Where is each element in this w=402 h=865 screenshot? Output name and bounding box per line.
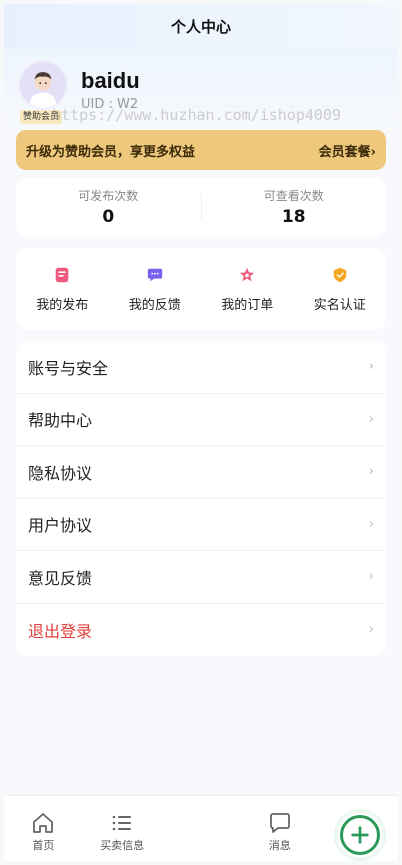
stats-card: 可发布次数 0 可查看次数 18 — [16, 178, 386, 236]
menu-item-user-agreement[interactable]: 用户协议 › — [16, 499, 386, 551]
quick-action-my-feedback[interactable]: 我的反馈 — [109, 266, 202, 313]
quick-action-label: 实名认证 — [313, 297, 366, 313]
plus-icon — [339, 815, 380, 855]
quick-action-label: 我的反馈 — [128, 297, 181, 313]
app-screen: 个人中心 赞助会员 baidu UID : W2 https://www.huz… — [4, 4, 398, 861]
tab-label: 消息 — [268, 839, 291, 852]
stat-value: 0 — [102, 207, 115, 227]
quick-action-my-posts[interactable]: 我的发布 — [16, 266, 109, 313]
tab-publish[interactable] — [162, 809, 386, 861]
list-icon — [112, 815, 132, 831]
profile-header: 赞助会员 baidu UID : W2 https://www.huzhan.c… — [4, 48, 398, 130]
chevron-right-icon: › — [368, 359, 374, 375]
message-icon — [269, 813, 290, 833]
user-nickname: baidu — [81, 68, 140, 93]
member-badge: 赞助会员 — [20, 110, 63, 124]
publish-button[interactable] — [333, 809, 386, 861]
menu-item-account-security[interactable]: 账号与安全 › — [16, 341, 386, 394]
menu-item-label: 退出登录 — [28, 621, 93, 641]
tab-trade-info[interactable]: 买卖信息 — [83, 811, 162, 853]
vip-plan-link[interactable]: 会员套餐› — [319, 141, 376, 160]
menu-item-label: 用户协议 — [28, 516, 93, 536]
chevron-right-icon: › — [368, 464, 374, 480]
menu-item-help-center[interactable]: 帮助中心 › — [16, 394, 386, 446]
avatar-image — [20, 62, 66, 108]
menu-item-logout[interactable]: 退出登录 › — [16, 604, 386, 657]
quick-actions: 我的发布 我的反馈 我的订单 实名认证 — [16, 248, 386, 330]
stat-value: 18 — [281, 207, 306, 227]
menu-item-label: 账号与安全 — [28, 358, 109, 378]
bottom-tab-bar: 首页 买卖信息 消息 — [4, 795, 398, 861]
stat-label: 可发布次数 — [78, 189, 139, 203]
top-bar: 个人中心 — [4, 4, 398, 48]
home-icon — [33, 813, 54, 833]
menu-item-privacy-policy[interactable]: 隐私协议 › — [16, 446, 386, 499]
tab-label: 买卖信息 — [100, 839, 145, 852]
vip-upgrade-banner[interactable]: 升级为赞助会员，享更多权益 会员套餐› — [16, 130, 386, 170]
menu-item-label: 隐私协议 — [28, 463, 93, 483]
star-icon — [240, 267, 255, 281]
stat-publish-count: 可发布次数 0 — [16, 187, 201, 227]
chevron-right-icon: › — [368, 622, 374, 638]
user-uid: UID : W2 — [81, 97, 139, 112]
settings-menu: 账号与安全 › 帮助中心 › 隐私协议 › 用户协议 › 意见反馈 › 退出登录… — [16, 341, 386, 656]
tab-home[interactable]: 首页 — [4, 811, 83, 853]
plus-glyph — [350, 826, 369, 844]
shield-icon — [333, 267, 347, 282]
chevron-right-icon: › — [368, 411, 374, 427]
chevron-right-icon: › — [368, 516, 374, 532]
stat-label: 可查看次数 — [263, 189, 324, 203]
tab-messages[interactable]: 消息 — [240, 811, 319, 853]
page-title: 个人中心 — [170, 17, 231, 36]
quick-action-verification[interactable]: 实名认证 — [294, 266, 387, 313]
quick-action-label: 我的订单 — [221, 297, 274, 313]
vip-banner-text: 升级为赞助会员，享更多权益 — [26, 144, 196, 160]
menu-item-feedback[interactable]: 意见反馈 › — [16, 551, 386, 604]
tab-label: 首页 — [32, 839, 55, 852]
chat-icon — [147, 268, 162, 281]
stat-view-count: 可查看次数 18 — [202, 187, 387, 227]
avatar[interactable] — [18, 60, 68, 110]
quick-action-my-orders[interactable]: 我的订单 — [201, 266, 294, 313]
chevron-right-icon: › — [368, 569, 374, 585]
menu-item-label: 意见反馈 — [28, 568, 93, 588]
quick-action-label: 我的发布 — [36, 297, 89, 313]
menu-item-label: 帮助中心 — [28, 411, 93, 431]
document-icon — [55, 267, 69, 282]
